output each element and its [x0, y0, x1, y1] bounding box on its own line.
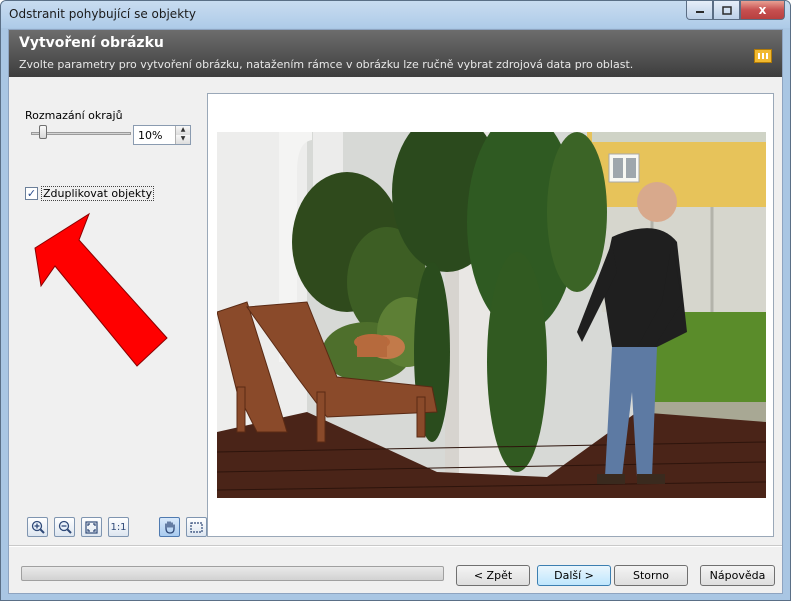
close-icon: x [759, 3, 767, 17]
duplicate-label[interactable]: Zduplikovat objekty [41, 186, 154, 201]
spin-buttons: ▲ ▼ [175, 126, 190, 144]
settings-panel: Rozmazání okrajů 10% ▲ ▼ ✓ Zduplikovat o… [17, 90, 200, 537]
blur-slider-thumb[interactable] [39, 125, 47, 139]
blur-value[interactable]: 10% [138, 129, 162, 142]
next-button[interactable]: Další > [537, 565, 611, 586]
fit-to-window-button[interactable] [81, 517, 102, 537]
dialog-content: Vytvoření obrázku Zvolte parametry pro v… [8, 29, 783, 594]
page-subtitle: Zvolte parametry pro vytvoření obrázku, … [19, 58, 633, 71]
fit-to-window-icon [85, 521, 98, 534]
select-button[interactable] [186, 517, 207, 537]
dialog-window: Odstranit pohybující se objekty x Vytvoř… [0, 0, 791, 601]
duplicate-objects-row[interactable]: ✓ Zduplikovat objekty [25, 186, 154, 201]
footer-separator [9, 545, 782, 547]
title-bar[interactable]: Odstranit pohybující se objekty x [1, 1, 790, 28]
spin-up-icon[interactable]: ▲ [175, 126, 190, 135]
zoom-in-icon [31, 520, 45, 534]
blur-label: Rozmazání okrajů [25, 109, 123, 122]
cancel-button[interactable]: Storno [614, 565, 688, 586]
zoom-out-icon [58, 520, 72, 534]
page-title: Vytvoření obrázku [19, 35, 164, 51]
close-button[interactable]: x [740, 1, 785, 20]
maximize-icon [722, 6, 732, 15]
duplicate-checkbox[interactable]: ✓ [25, 187, 38, 200]
blur-spinbox[interactable]: 10% ▲ ▼ [133, 125, 191, 145]
minimize-button[interactable] [686, 1, 713, 20]
hand-icon [163, 520, 176, 534]
window-title: Odstranit pohybující se objekty [9, 7, 196, 21]
maximize-button[interactable] [713, 1, 740, 20]
actual-size-button[interactable]: 1:1 [108, 517, 129, 537]
pan-button[interactable] [159, 517, 180, 537]
wizard-header: Vytvoření obrázku Zvolte parametry pro v… [9, 30, 782, 77]
selection-rectangle-icon [190, 522, 203, 533]
window-controls: x [686, 1, 785, 21]
zoom-out-button[interactable] [54, 517, 75, 537]
image-preview-panel[interactable] [207, 93, 774, 537]
progress-bar [21, 566, 444, 581]
help-button[interactable]: Nápověda [700, 565, 775, 586]
grid-image-icon [754, 49, 772, 63]
actual-size-label: 1:1 [110, 522, 126, 533]
minimize-icon [695, 6, 705, 14]
photo-preview[interactable] [217, 132, 766, 498]
spin-down-icon[interactable]: ▼ [175, 135, 190, 144]
red-arrow-annotation [27, 208, 177, 368]
back-button[interactable]: < Zpět [456, 565, 530, 586]
zoom-in-button[interactable] [27, 517, 48, 537]
